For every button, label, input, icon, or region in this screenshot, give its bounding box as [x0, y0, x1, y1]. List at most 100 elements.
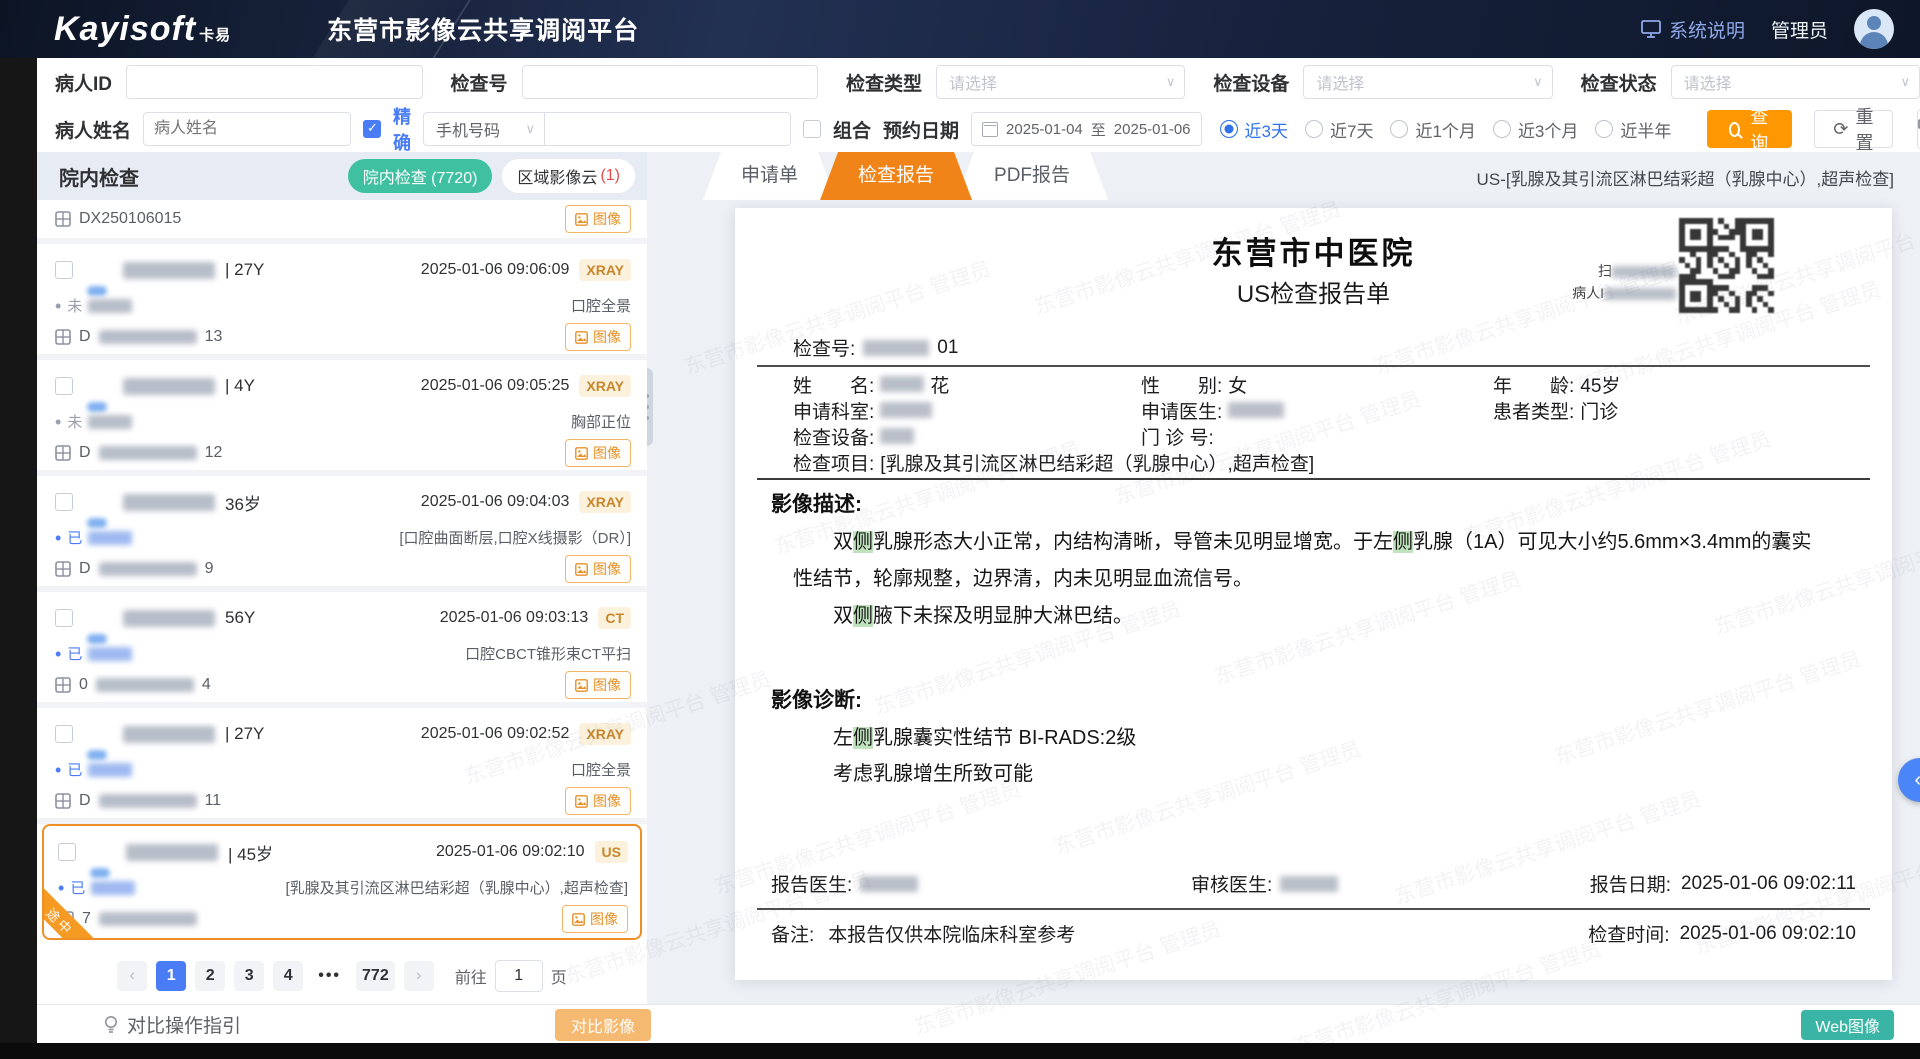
next-page-button[interactable]: ›	[404, 961, 434, 991]
patient-age: | 4Y	[225, 376, 255, 396]
avatar-tag	[87, 286, 107, 296]
quick-range-radio[interactable]	[1305, 120, 1323, 138]
goto-page-input[interactable]	[495, 960, 543, 992]
compare-images-button[interactable]: 对比影像	[555, 1009, 651, 1041]
study-id-suffix: 12	[205, 444, 223, 462]
tab-pdf-report[interactable]: PDF报告	[956, 152, 1108, 200]
read-status: •未	[55, 295, 132, 316]
phone-filter-group: 手机号码∨	[423, 112, 791, 146]
status-text: 已	[67, 759, 82, 780]
view-images-button[interactable]: 图像	[565, 671, 631, 699]
page-button-2[interactable]: 2	[195, 961, 225, 991]
quick-range-radio[interactable]	[1220, 120, 1238, 138]
compare-guide-link[interactable]: 对比操作指引	[103, 1011, 241, 1038]
avatar-tag	[87, 518, 107, 528]
exam-checkbox[interactable]	[55, 609, 73, 627]
text-segment: 双	[833, 531, 853, 553]
exact-checkbox[interactable]	[363, 120, 381, 138]
study-id-redacted	[99, 794, 197, 808]
image-icon	[575, 331, 588, 344]
exam-status-select[interactable]: 请选择∨	[1671, 65, 1920, 99]
more-pages-ellipsis[interactable]: •••	[312, 961, 347, 991]
exam-description: 胸部正位	[571, 411, 631, 432]
quick-range-group: 近3天近7天近1个月近3个月近半年	[1220, 117, 1682, 142]
quick-range-radio[interactable]	[1595, 120, 1613, 138]
exam-list-item[interactable]: | 45岁2025-01-06 09:02:10US•已[乳腺及其引流区淋巴结彩…	[42, 824, 642, 940]
study-id-redacted	[99, 562, 197, 576]
modality-badge: XRAY	[579, 259, 631, 281]
reset-button[interactable]: ⟳ 重置	[1814, 110, 1892, 148]
page-button-1[interactable]: 1	[156, 961, 186, 991]
modality-badge: XRAY	[579, 375, 631, 397]
view-images-button[interactable]: 图像	[565, 323, 631, 351]
view-images-button[interactable]: 图像	[565, 555, 631, 583]
tab-in-hospital[interactable]: 院内检查 (7720)	[348, 159, 493, 193]
layout-toggle-button[interactable]	[1917, 109, 1920, 149]
patient-id-input[interactable]	[126, 65, 422, 99]
study-id: D9	[55, 560, 213, 578]
exam-list-item[interactable]: | 27Y2025-01-06 09:06:09XRAY•未口腔全景D13图像	[37, 244, 647, 360]
exam-item-row3: 7图像	[58, 905, 628, 933]
tab-exam-report[interactable]: 检查报告	[820, 152, 972, 200]
exam-list-item[interactable]: 36岁2025-01-06 09:04:03XRAY•已[口腔曲面断层,口腔X线…	[37, 476, 647, 592]
combo-checkbox[interactable]	[803, 120, 821, 138]
exam-list-item-partial[interactable]: DX250106015图像	[37, 200, 647, 244]
search-button[interactable]: 查询	[1707, 110, 1792, 148]
exam-list-item[interactable]: | 27Y2025-01-06 09:02:52XRAY•已口腔全景D11图像	[37, 708, 647, 824]
top-navbar: Kayisoft卡易 东营市影像云共享调阅平台 系统说明 管理员	[0, 0, 1920, 58]
web-image-button[interactable]: Web图像	[1801, 1010, 1894, 1040]
lightbulb-icon	[103, 1015, 119, 1035]
study-id-prefix: 0	[79, 676, 88, 694]
tab-request-form[interactable]: 申请单	[703, 152, 836, 200]
view-images-button[interactable]: 图像	[565, 439, 631, 467]
bottom-bar: 对比操作指引 对比影像 Web图像	[37, 1004, 1920, 1044]
page-button-3[interactable]: 3	[234, 961, 264, 991]
status-dot: •	[55, 417, 61, 427]
exam-device-select[interactable]: 请选择∨	[1303, 65, 1552, 99]
imaging-diagnosis: 左侧乳腺囊实性结节 BI-RADS:2级考虑乳腺增生所致可能	[793, 720, 1828, 792]
exam-list-item[interactable]: 56Y2025-01-06 09:03:13CT•已口腔CBCT锥形束CT平扫0…	[37, 592, 647, 708]
exam-checkbox[interactable]	[58, 843, 76, 861]
highlighted-term: 侧	[1393, 531, 1413, 553]
study-id-icon	[55, 793, 71, 809]
quick-range-radio[interactable]	[1493, 120, 1511, 138]
study-id: D11	[55, 792, 221, 810]
exam-checkbox[interactable]	[55, 493, 73, 511]
exam-no-input[interactable]	[522, 65, 818, 99]
report-document: 东营市中医院 US检查报告单 扫 病人I 检查号: 01 姓 名:花 性 别:女…	[735, 208, 1892, 980]
exam-type-select[interactable]: 请选择∨	[936, 65, 1185, 99]
system-help-label: 系统说明	[1669, 16, 1745, 43]
exam-checkbox[interactable]	[55, 261, 73, 279]
user-name[interactable]: 管理员	[1771, 16, 1828, 43]
chevron-down-icon: ∨	[1900, 74, 1910, 90]
page-button-4[interactable]: 4	[273, 961, 303, 991]
read-status: •已	[58, 877, 135, 898]
study-id-prefix: D	[79, 560, 91, 578]
exam-checkbox[interactable]	[55, 377, 73, 395]
system-help-link[interactable]: 系统说明	[1641, 16, 1745, 43]
panel-resize-handle[interactable]	[647, 368, 653, 446]
exam-description: 口腔全景	[571, 295, 631, 316]
phone-type-select[interactable]: 手机号码∨	[423, 112, 545, 146]
avatar-tag	[90, 868, 110, 878]
patient-age: | 27Y	[225, 260, 264, 280]
patient-name-input[interactable]	[143, 112, 351, 146]
text-segment: 左	[833, 727, 853, 749]
study-id-icon	[55, 211, 71, 227]
view-images-button[interactable]: 图像	[565, 787, 631, 815]
prev-page-button[interactable]: ‹	[117, 961, 147, 991]
exam-list-item[interactable]: | 4Y2025-01-06 09:05:25XRAY•未胸部正位D12图像	[37, 360, 647, 476]
report-note-row: 备注:本报告仅供本院临床科室参考 检查时间:2025-01-06 09:02:1…	[771, 920, 1856, 947]
exam-checkbox[interactable]	[55, 725, 73, 743]
view-images-button[interactable]: 图像	[565, 205, 631, 233]
date-range-picker[interactable]: 2025-01-04 至 2025-01-06	[971, 112, 1201, 146]
user-avatar[interactable]	[1854, 9, 1894, 49]
exam-datetime: 2025-01-06 09:03:13	[440, 609, 589, 627]
tab-region-cloud[interactable]: 区域影像云 (1)	[502, 159, 635, 193]
page-button-772[interactable]: 772	[356, 961, 395, 991]
phone-input[interactable]	[545, 112, 791, 146]
divider	[757, 908, 1870, 910]
patient-avatar	[83, 719, 113, 749]
view-images-button[interactable]: 图像	[562, 905, 628, 933]
quick-range-radio[interactable]	[1390, 120, 1408, 138]
